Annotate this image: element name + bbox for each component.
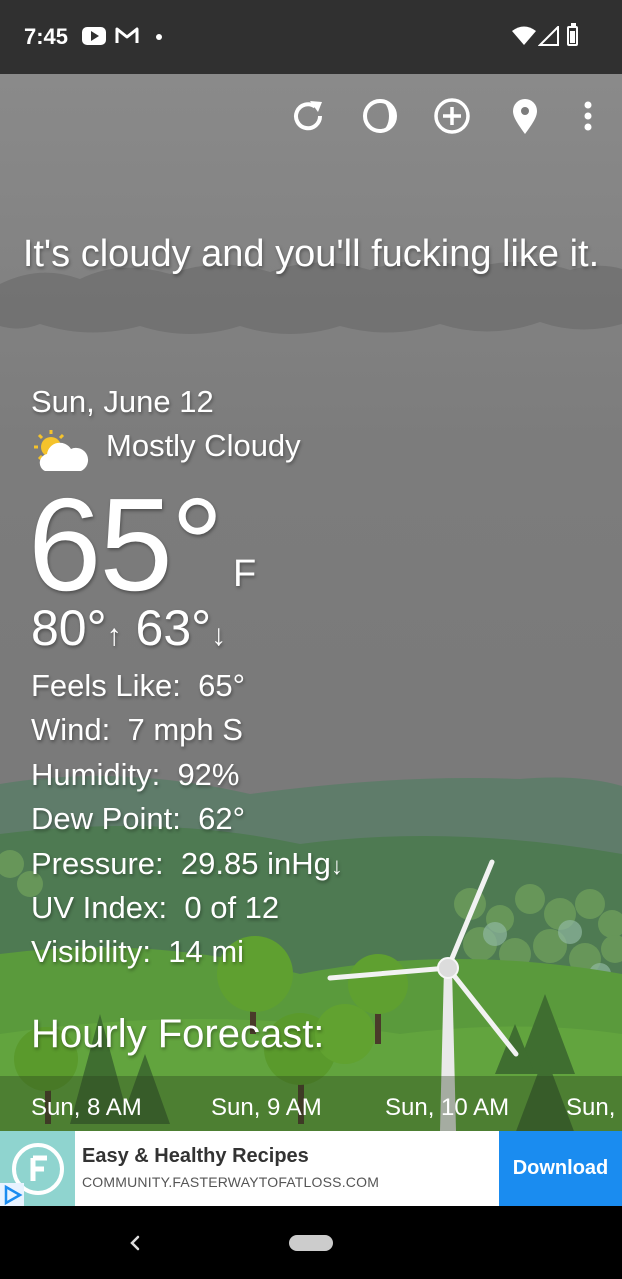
ad-choices-icon[interactable]	[0, 1183, 24, 1206]
hour-item[interactable]: Sun, 10 AM	[385, 1094, 509, 1122]
temperature-unit: F	[233, 553, 257, 595]
hour-item[interactable]: Sun, 8 AM	[31, 1094, 142, 1122]
hour-item[interactable]: Sun,	[566, 1094, 615, 1122]
hour-item[interactable]: Sun, 9 AM	[211, 1094, 322, 1122]
signal-icon	[538, 26, 559, 46]
location-pin-icon[interactable]	[505, 96, 545, 136]
ad-download-button[interactable]: Download	[499, 1131, 622, 1206]
more-options-icon[interactable]	[568, 96, 608, 136]
current-date: Sun, June 12	[31, 384, 214, 419]
home-pill-button[interactable]	[289, 1235, 333, 1251]
theme-icon[interactable]	[360, 96, 400, 136]
notification-dot	[156, 34, 162, 40]
back-icon[interactable]	[122, 1228, 148, 1258]
current-temperature: 65°	[28, 471, 224, 618]
status-bar: 7:45	[0, 0, 622, 74]
detail-wind: Wind: 7 mph S	[31, 712, 243, 747]
detail-feels-like: Feels Like: 65°	[31, 668, 246, 703]
system-navigation-bar	[0, 1206, 622, 1279]
arrow-up-icon: ↑	[106, 619, 122, 652]
detail-dew-point: Dew Point: 62°	[31, 801, 246, 836]
ad-banner[interactable]: Easy & Healthy Recipes COMMUNITY.FASTERW…	[0, 1131, 622, 1206]
weather-headline: It's cloudy and you'll fucking like it.	[22, 233, 600, 275]
gmail-icon	[115, 27, 139, 43]
battery-icon	[567, 23, 578, 46]
pressure-falling-icon: ↓	[330, 853, 343, 880]
partly-cloudy-icon	[34, 430, 89, 471]
detail-visibility: Visibility: 14 mi	[31, 934, 245, 969]
detail-humidity: Humidity: 92%	[31, 757, 240, 792]
arrow-down-icon: ↓	[211, 619, 227, 652]
refresh-icon[interactable]	[288, 96, 328, 136]
status-time: 7:45	[24, 24, 69, 49]
hourly-forecast-title: Hourly Forecast:	[31, 1012, 325, 1056]
high-temperature: 80°	[31, 600, 107, 656]
weather-app-screen: 7:45 It's cloudy and you'll fucking like…	[0, 0, 622, 1279]
add-location-icon[interactable]	[432, 96, 472, 136]
high-low-temperature: 80°↑ 63°↓	[31, 600, 226, 664]
youtube-icon	[82, 27, 106, 45]
ad-title[interactable]: Easy & Healthy Recipes	[82, 1145, 309, 1168]
low-temperature: 63°	[135, 600, 212, 656]
detail-uv-index: UV Index: 0 of 12	[31, 890, 280, 925]
detail-pressure: Pressure: 29.85 inHg↓	[31, 846, 343, 881]
ad-url[interactable]: COMMUNITY.FASTERWAYTOFATLOSS.COM	[82, 1174, 379, 1190]
wifi-icon	[512, 26, 536, 45]
current-condition: Mostly Cloudy	[106, 428, 301, 463]
